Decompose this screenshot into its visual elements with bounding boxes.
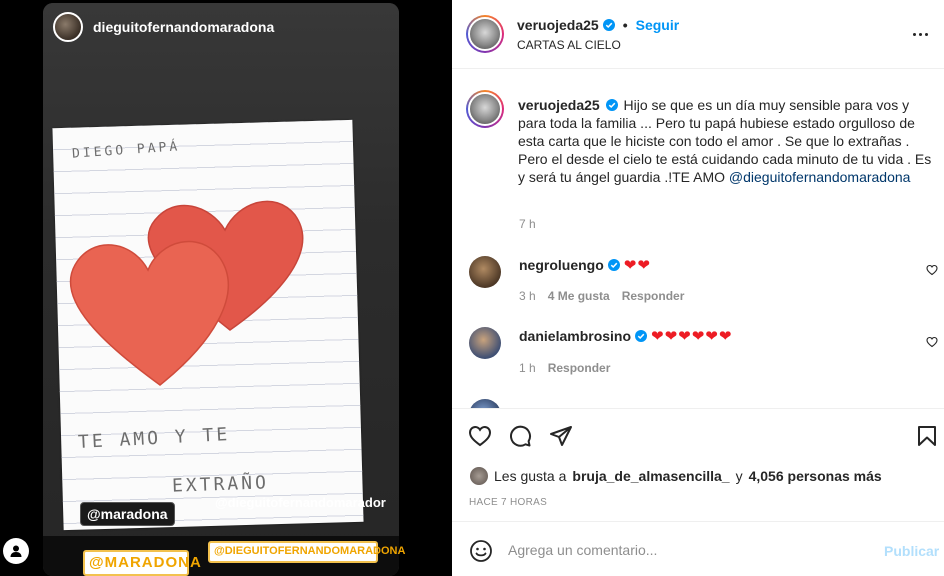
comment-row: danielambrosino ❤❤❤❤❤❤ [519,327,732,345]
more-icon [913,32,916,36]
comments-list[interactable]: veruojeda25 Hijo se que es un día muy se… [452,70,944,408]
verified-icon [602,19,615,31]
comment-row: negroluengo ❤❤ [519,256,651,274]
verified-icon [635,330,648,342]
front-heart [69,240,229,386]
verified-icon [605,99,618,111]
hearts-drawing [69,200,304,386]
location-link[interactable]: CARTAS AL CIELO [517,38,621,52]
comment-reply-button[interactable]: Responder [622,289,685,303]
publish-button[interactable]: Publicar [884,543,939,559]
comment-reply-button[interactable]: Responder [548,361,611,375]
comment-time[interactable]: 3 h [519,289,536,303]
comment-username[interactable]: danielambrosino [519,328,631,344]
emoji-icon[interactable] [469,539,493,563]
add-comment-bar: Publicar [452,523,944,576]
author-username[interactable]: veruojeda25 [517,17,599,33]
comment-meta: 1 h Responder [519,361,610,375]
mention-sticker-maradona-yellow: @MARADONA [83,550,201,576]
likes-user[interactable]: bruja_de_almasencilla_ [572,468,729,484]
user-icon [10,545,22,557]
separator-dot: • [622,17,628,33]
comment-text: ❤❤❤❤❤❤ [651,328,733,345]
comment-text: ❤❤ [623,257,651,274]
mention-sticker-dieguito-yellow: @DIEGUITOFERNANDOMARADONA [208,541,405,563]
comment-time[interactable]: 1 h [519,361,536,375]
more-options-button[interactable] [913,27,935,41]
story-username: dieguitofernandomaradona [93,19,275,35]
likes-count[interactable]: 4,056 personas más [749,468,882,484]
verified-icon [607,259,620,271]
like-icon[interactable] [468,424,492,448]
caption-avatar[interactable] [466,90,504,128]
comment-icon[interactable] [508,424,532,448]
follow-button[interactable]: Seguir [636,17,680,33]
comment-input[interactable] [508,539,868,561]
story-header: dieguitofernandomaradona [53,12,274,42]
post-header: veruojeda25 • Seguir CARTAS AL CIELO [452,0,944,69]
comment-like-icon[interactable] [926,336,938,348]
post-panel: veruojeda25 • Seguir CARTAS AL CIELO ver… [452,0,944,576]
tagged-users-button[interactable] [3,538,29,564]
likes-summary: Les gusta a bruja_de_almasencilla_ y 4,0… [470,467,882,485]
post-media[interactable]: dieguitofernandomaradona DIEGO PAPÁ TE A… [0,0,452,576]
caption-mention[interactable]: @dieguitofernandomaradona [729,169,911,185]
comment-avatar[interactable] [469,256,501,288]
caption-time[interactable]: 7 h [519,217,536,231]
caption: veruojeda25 Hijo se que es un día muy se… [518,96,938,186]
post-actions: Les gusta a bruja_de_almasencilla_ y 4,0… [452,408,944,522]
comment-avatar-partial[interactable] [469,399,501,408]
author-line: veruojeda25 • Seguir [517,17,679,33]
likes-middle: y [735,468,743,484]
share-icon[interactable] [549,424,573,448]
caption-username[interactable]: veruojeda25 [518,97,600,113]
likes-avatar[interactable] [470,467,488,485]
save-icon[interactable] [915,424,939,448]
comment-avatar[interactable] [469,327,501,359]
author-avatar[interactable] [466,15,504,53]
mention-sticker-maradona: @maradona [80,502,175,526]
comment-likes[interactable]: 4 Me gusta [548,289,610,303]
mention-sticker-dieguito: @dieguitofernandomarador [215,495,386,510]
post-timestamp[interactable]: HACE 7 HORAS [469,497,547,508]
comment-username[interactable]: negroluengo [519,257,604,273]
likes-prefix: Les gusta a [494,468,567,484]
comment-meta: 3 h 4 Me gusta Responder [519,289,684,303]
comment-like-icon[interactable] [926,264,938,276]
story-avatar [53,12,83,42]
